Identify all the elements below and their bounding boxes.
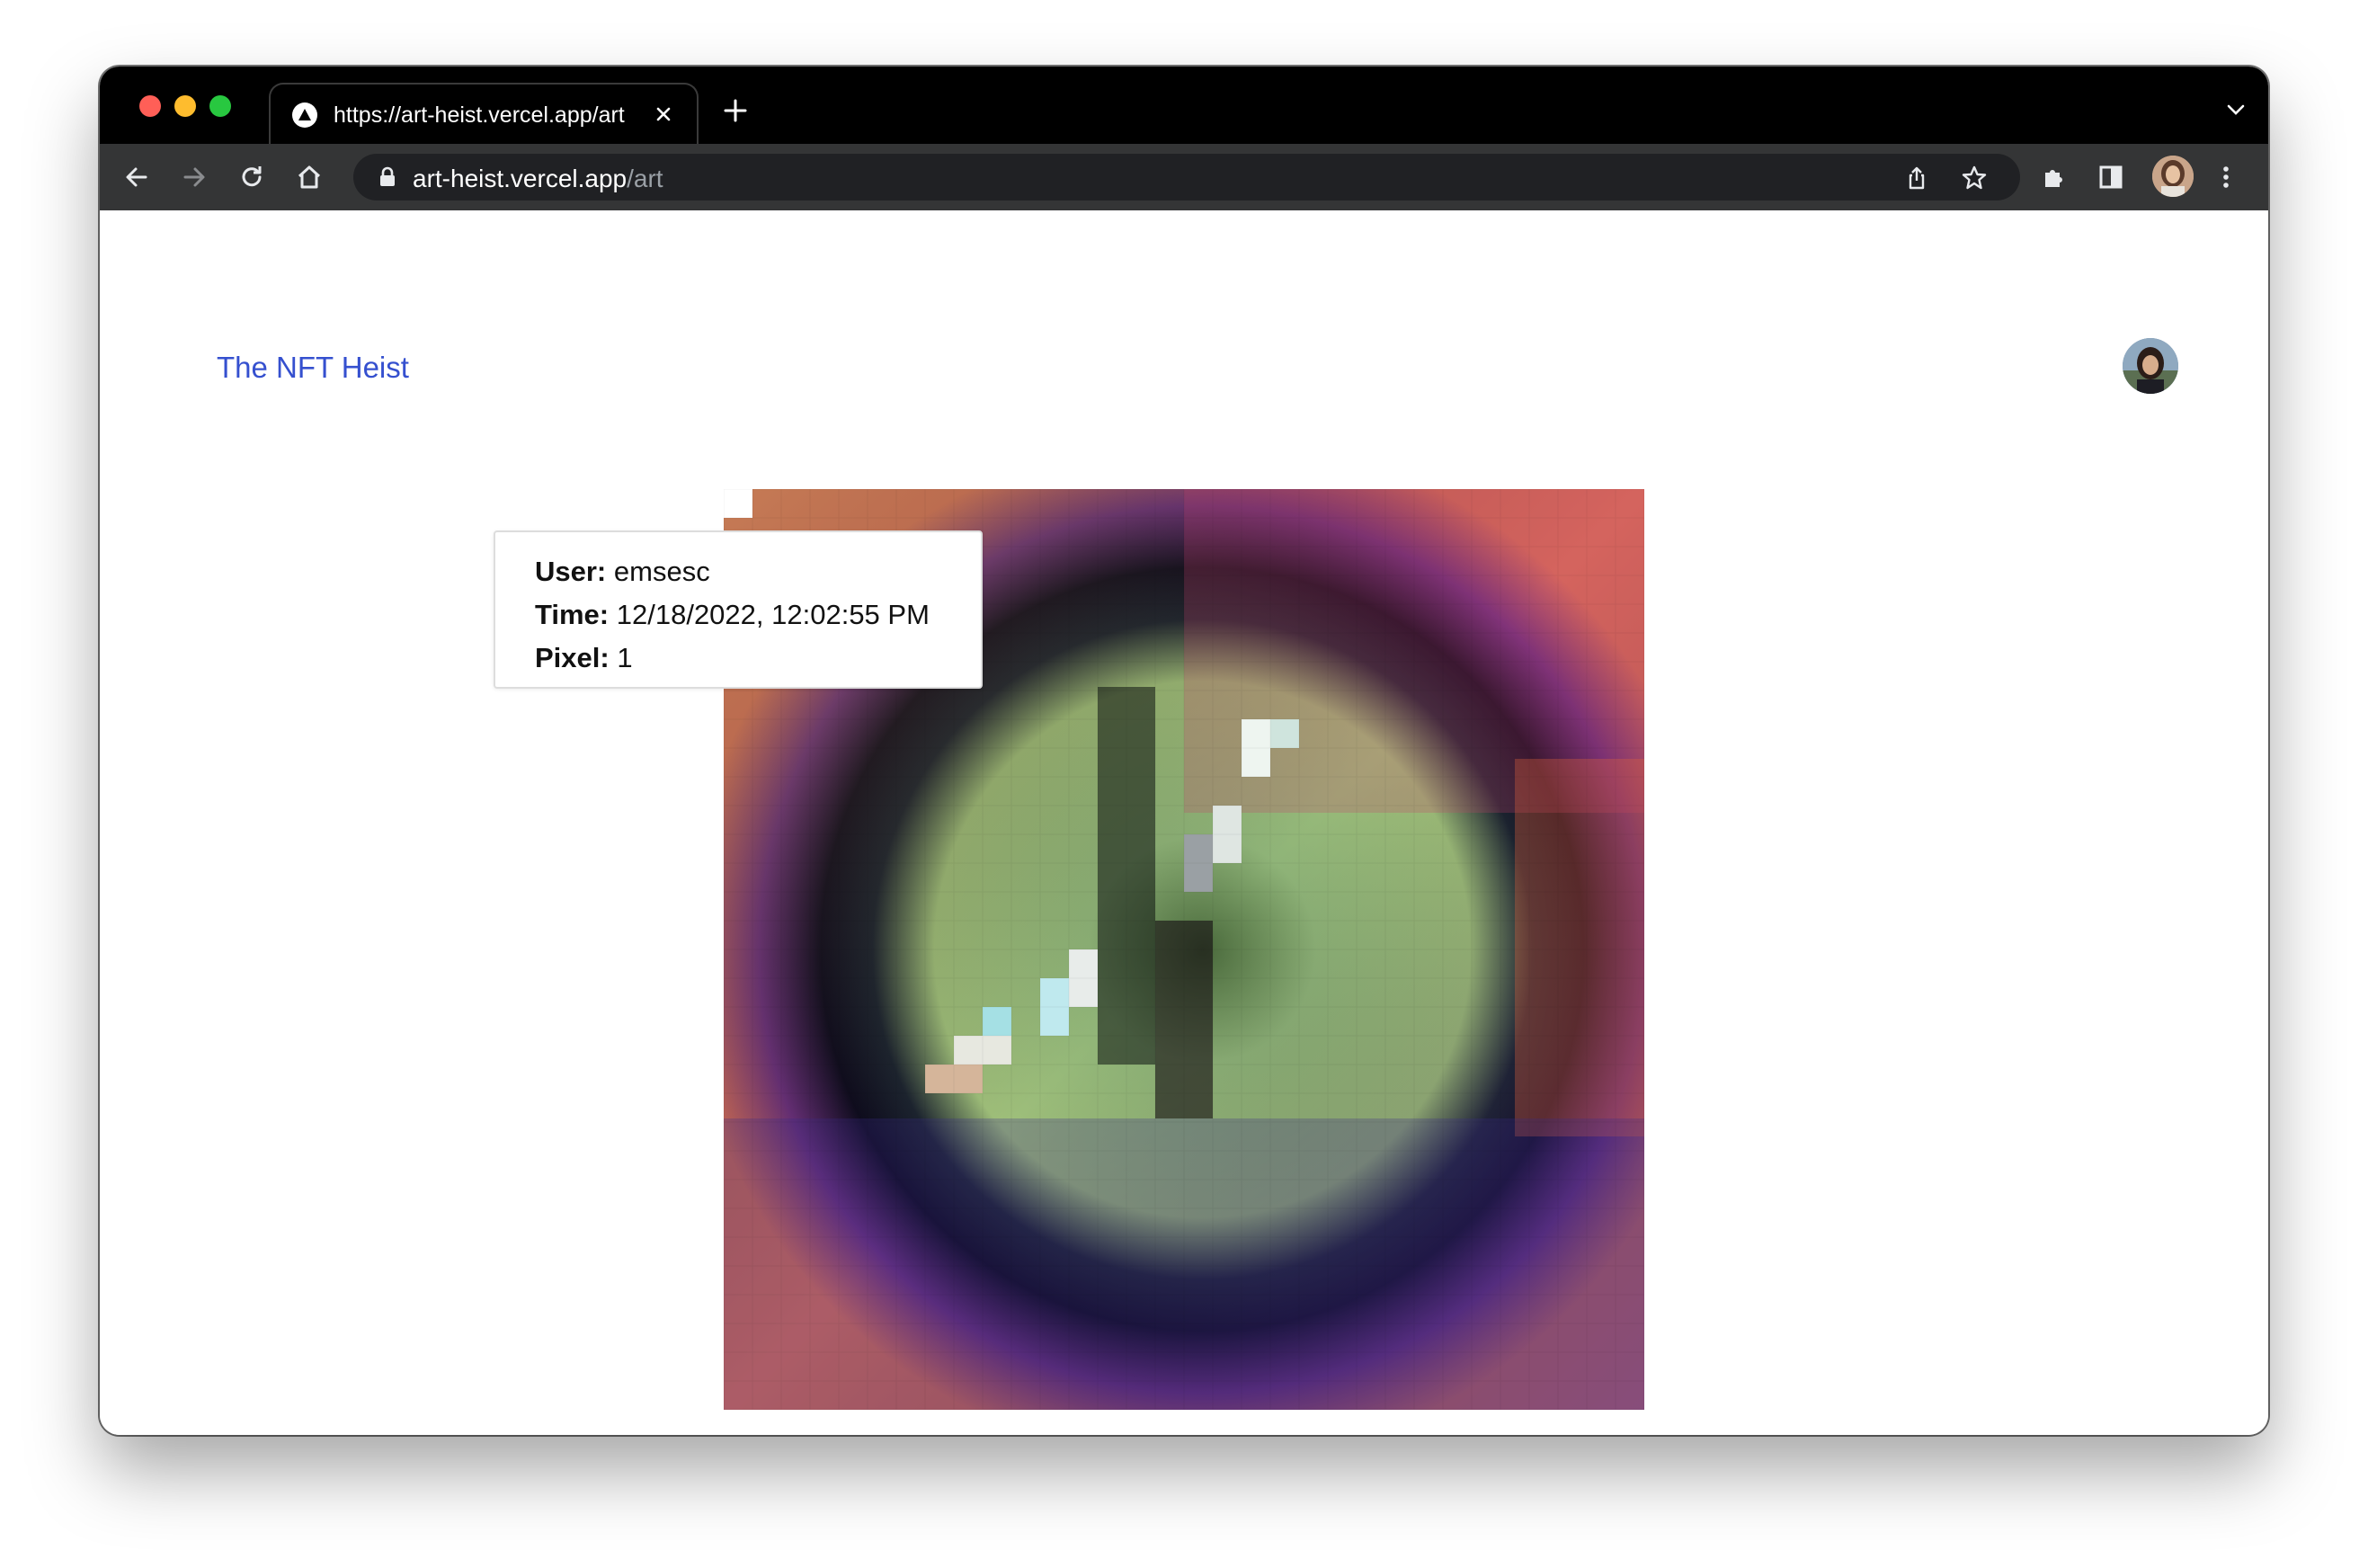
browser-toolbar: art-heist.vercel.app/art	[100, 144, 2268, 210]
back-icon[interactable]	[121, 162, 152, 192]
lock-icon[interactable]	[378, 166, 396, 188]
minimize-window-button[interactable]	[174, 95, 196, 117]
maximize-window-button[interactable]	[209, 95, 231, 117]
extensions-icon[interactable]	[2038, 162, 2069, 192]
bookmark-star-icon[interactable]	[1961, 165, 1988, 192]
close-window-button[interactable]	[139, 95, 161, 117]
reload-icon[interactable]	[236, 162, 267, 192]
user-avatar[interactable]	[2123, 338, 2178, 394]
more-menu-icon[interactable]	[2211, 162, 2241, 192]
tab-list-icon[interactable]	[2225, 101, 2247, 119]
tooltip-time-row: Time: 12/18/2022, 12:02:55 PM	[535, 599, 930, 630]
title-bar: https://art-heist.vercel.app/art	[100, 67, 2268, 144]
pixel-info-tooltip: User: emsesc Time: 12/18/2022, 12:02:55 …	[494, 530, 983, 689]
home-icon[interactable]	[294, 162, 325, 192]
new-tab-icon[interactable]	[722, 97, 749, 124]
browser-tab[interactable]: https://art-heist.vercel.app/art	[269, 83, 699, 144]
side-panel-icon[interactable]	[2096, 162, 2126, 192]
tooltip-user-row: User: emsesc	[535, 556, 710, 587]
site-title-link[interactable]: The NFT Heist	[217, 351, 409, 385]
page-content: The NFT Heist User: emsesc Time: 12/18/2…	[100, 210, 2268, 1435]
tooltip-pixel-row: Pixel: 1	[535, 642, 633, 673]
url-text[interactable]: art-heist.vercel.app/art	[413, 165, 663, 193]
tab-title: https://art-heist.vercel.app/art	[334, 102, 625, 128]
forward-icon[interactable]	[179, 162, 209, 192]
tab-close-icon[interactable]	[650, 101, 677, 128]
address-bar[interactable]: art-heist.vercel.app/art	[353, 154, 2020, 200]
profile-avatar[interactable]	[2152, 156, 2194, 197]
browser-window: https://art-heist.vercel.app/art art-hei…	[100, 67, 2268, 1435]
share-icon[interactable]	[1903, 165, 1930, 192]
vercel-favicon-icon	[292, 102, 317, 128]
